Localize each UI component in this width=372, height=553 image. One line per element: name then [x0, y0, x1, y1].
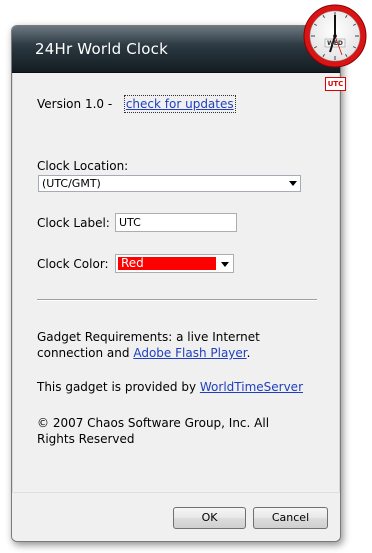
divider [37, 299, 317, 301]
requirements-text: Gadget Requirements: a live Internet con… [37, 329, 322, 361]
ok-button[interactable]: OK [173, 507, 246, 529]
clock-gadget-icon[interactable] [302, 3, 368, 69]
clock-label-label: Clock Label: [37, 216, 110, 230]
location-label: Clock Location: [37, 159, 129, 173]
cancel-button[interactable]: Cancel [253, 507, 328, 529]
clock-color-select[interactable]: Red [115, 254, 234, 273]
dialog-footer: OK Cancel [12, 492, 340, 541]
provider-label: This gadget is provided by [37, 380, 197, 394]
copyright-text: © 2007 Chaos Software Group, Inc. All Ri… [37, 416, 270, 446]
clock-color-label: Clock Color: [37, 257, 109, 271]
dropdown-arrow-icon [221, 262, 229, 267]
color-swatch: Red [118, 257, 216, 270]
utc-badge: UTC [325, 77, 346, 91]
worldtimeserver-link[interactable]: WorldTimeServer [200, 380, 303, 394]
version-row: Version 1.0 - check for updates [37, 95, 236, 113]
location-select-value: (UTC/GMT) [42, 177, 101, 190]
window-title: 24Hr World Clock [35, 40, 169, 58]
requirements-suffix: . [246, 346, 251, 360]
settings-dialog: 24Hr World Clock Version 1.0 - check for… [11, 25, 341, 542]
settings-content: Version 1.0 - check for updates Clock Lo… [12, 73, 340, 493]
version-text: Version 1.0 - [37, 97, 113, 111]
desktop: 24Hr World Clock Version 1.0 - check for… [0, 0, 372, 553]
clock-label-input[interactable]: UTC [115, 213, 237, 232]
check-updates-link[interactable]: check for updates [123, 95, 236, 113]
provider-text: This gadget is provided by WorldTimeServ… [37, 379, 322, 395]
clock-day-label: WED [327, 40, 343, 47]
title-bar: 24Hr World Clock [12, 26, 340, 73]
location-select[interactable]: (UTC/GMT) [38, 175, 301, 192]
dropdown-arrow-icon [289, 181, 297, 186]
adobe-flash-link[interactable]: Adobe Flash Player [133, 346, 246, 360]
